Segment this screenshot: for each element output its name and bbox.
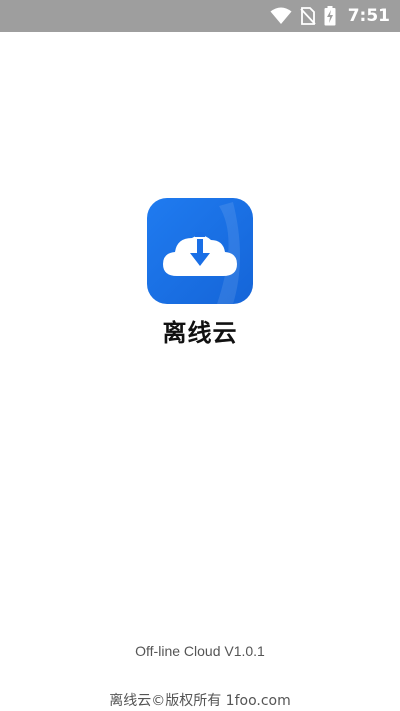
version-text: Off-line Cloud V1.0.1 [135,643,265,659]
battery-charging-icon [324,6,336,26]
status-bar: 7:51 [0,0,400,32]
no-sim-icon [300,7,316,25]
wifi-icon [270,7,292,25]
status-icons: 7:51 [270,0,390,32]
copyright-text: 离线云©版权所有 1foo.com [109,693,291,709]
cloud-download-icon [147,198,253,304]
app-logo [147,198,253,304]
splash-screen: 7:51 离线云 Off-line Cloud V1.0.1 离线云©版权所有 … [0,0,400,711]
status-time: 7:51 [347,6,390,26]
app-name: 离线云 [162,319,238,347]
